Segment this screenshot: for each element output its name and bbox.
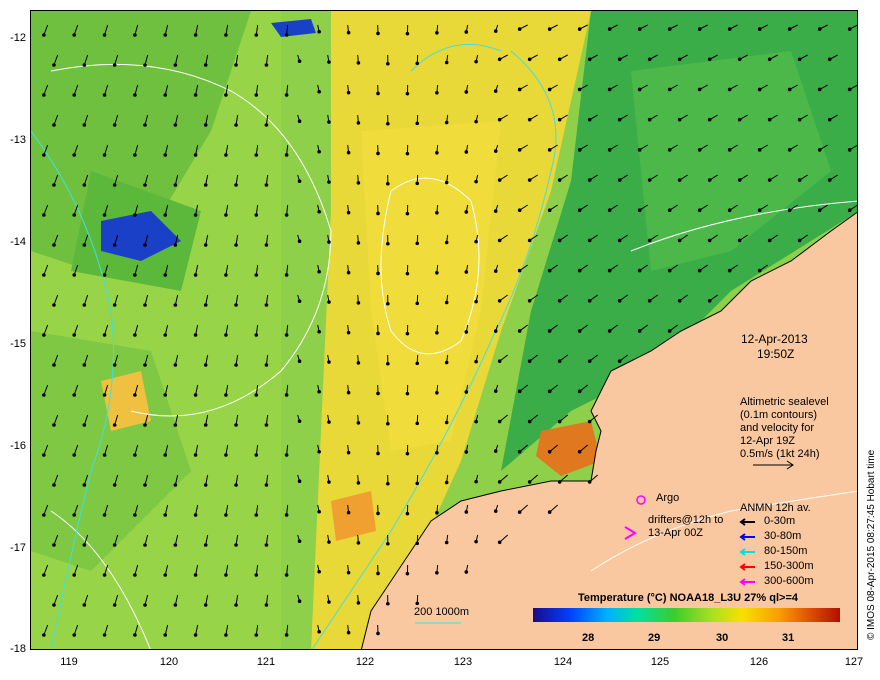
y-tick: -12 xyxy=(10,32,26,44)
anmn-title: ANMN 12h av. xyxy=(740,502,811,514)
time-label: 19:50Z xyxy=(757,347,795,361)
anmn-item: 300-600m xyxy=(764,575,814,587)
colorbar-tick: 31 xyxy=(782,632,795,644)
x-tick: 124 xyxy=(553,656,573,668)
altimetry-line: (0.1m contours) xyxy=(740,409,818,421)
copyright-note: © IMOS 08-Apr-2015 08:27:45 Hobart time xyxy=(866,449,877,640)
altimetry-note: Altimetric sealevel (0.1m contours) and … xyxy=(740,396,829,461)
x-tick: 122 xyxy=(355,656,375,668)
date-label: 12-Apr-2013 xyxy=(741,332,808,346)
argo-label: Argo xyxy=(656,492,680,504)
colorbar-tick: 28 xyxy=(582,632,595,644)
altimetry-line: 12-Apr 19Z xyxy=(740,435,796,447)
map-frame xyxy=(30,10,858,650)
anmn-item: 0-30m xyxy=(764,515,796,527)
x-tick: 123 xyxy=(453,656,473,668)
altimetry-line: 0.5m/s (1kt 24h) xyxy=(740,448,820,460)
anmn-item: 30-80m xyxy=(764,530,802,542)
x-tick: 127 xyxy=(844,656,864,668)
drifters-line: 13-Apr 00Z xyxy=(648,527,704,539)
colorbar-title: Temperature (°C) NOAA18_L3U 27% ql>=4 xyxy=(578,592,798,604)
colorbar-tick: 29 xyxy=(648,632,661,644)
anmn-item: 80-150m xyxy=(764,545,808,557)
colorbar-tick: 30 xyxy=(716,632,729,644)
x-tick: 119 xyxy=(60,656,78,668)
x-tick: 125 xyxy=(650,656,670,668)
y-tick: -14 xyxy=(10,236,26,248)
x-tick: 126 xyxy=(749,656,769,668)
drifters-note: drifters@12h to 13-Apr 00Z xyxy=(648,514,723,540)
sst-map xyxy=(31,11,857,649)
y-tick: -13 xyxy=(10,134,26,146)
contour-key: 200 1000m xyxy=(414,606,470,618)
y-tick: -15 xyxy=(10,338,26,350)
altimetry-line: and velocity for xyxy=(740,422,814,434)
anmn-item: 150-300m xyxy=(764,560,814,572)
colorbar xyxy=(533,608,840,622)
x-tick: 120 xyxy=(159,656,179,668)
x-tick: 121 xyxy=(256,656,276,668)
y-tick: -18 xyxy=(10,643,26,655)
y-tick: -16 xyxy=(10,440,26,452)
altimetry-line: Altimetric sealevel xyxy=(740,396,829,408)
y-tick: -17 xyxy=(10,542,26,554)
drifters-line: drifters@12h to xyxy=(648,514,724,526)
